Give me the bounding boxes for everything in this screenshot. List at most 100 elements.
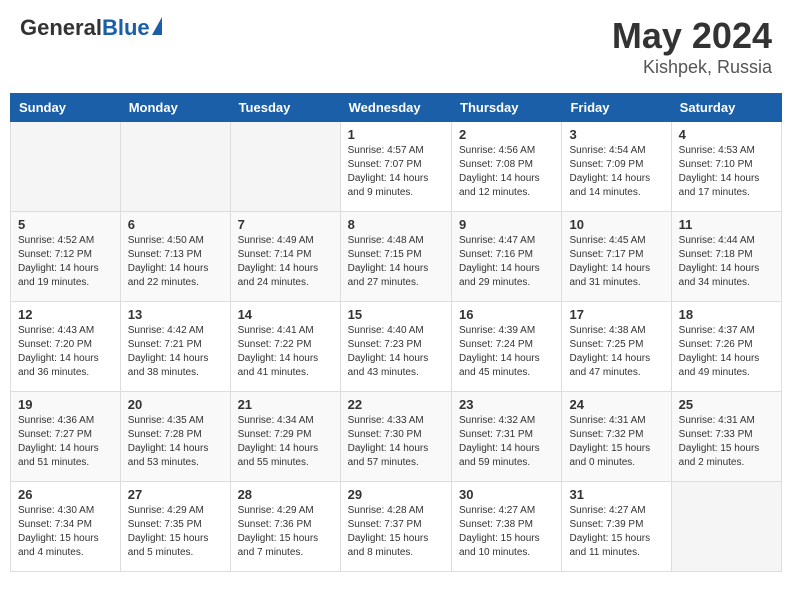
calendar-cell: 16Sunrise: 4:39 AMSunset: 7:24 PMDayligh… bbox=[452, 302, 562, 392]
day-info: Sunrise: 4:50 AMSunset: 7:13 PMDaylight:… bbox=[128, 234, 223, 290]
day-number: 21 bbox=[238, 397, 333, 412]
logo-blue-text: Blue bbox=[102, 15, 150, 41]
day-info: Sunrise: 4:41 AMSunset: 7:22 PMDaylight:… bbox=[238, 324, 333, 380]
calendar-cell: 29 Sunrise: 4:28 AMSunset: 7:37 PMDayligh… bbox=[340, 482, 451, 572]
calendar-title: May 2024 bbox=[612, 15, 772, 57]
day-info: Sunrise: 4:49 AMSunset: 7:14 PMDaylight:… bbox=[238, 234, 333, 290]
day-info: Sunrise: 4:40 AMSunset: 7:23 PMDaylight:… bbox=[348, 324, 444, 380]
calendar-cell: 12 Sunrise: 4:43 AMSunset: 7:20 PMDayligh… bbox=[11, 302, 121, 392]
day-info: Sunrise: 4:33 AMSunset: 7:30 PMDaylight:… bbox=[348, 414, 444, 470]
calendar-week-1: 1 Sunrise: 4:57 AMSunset: 7:07 PMDaylight… bbox=[11, 122, 782, 212]
logo-general-text: General bbox=[20, 15, 102, 41]
day-info: Sunrise: 4:56 AMSunset: 7:08 PMDaylight:… bbox=[459, 144, 554, 200]
day-info: Sunrise: 4:42 AMSunset: 7:21 PMDaylight:… bbox=[128, 324, 223, 380]
day-number: 22 bbox=[348, 397, 444, 412]
day-header-wednesday: Wednesday bbox=[340, 94, 451, 122]
day-number: 13 bbox=[128, 307, 223, 322]
day-info: Sunrise: 4:30 AMSunset: 7:34 PMDaylight:… bbox=[18, 504, 113, 560]
day-number: 29 bbox=[348, 487, 444, 502]
day-info: Sunrise: 4:53 AMSunset: 7:10 PMDaylight:… bbox=[679, 144, 774, 200]
day-info: Sunrise: 4:47 AMSunset: 7:16 PMDaylight:… bbox=[459, 234, 554, 290]
day-number: 9 bbox=[459, 217, 554, 232]
calendar-cell: 22 Sunrise: 4:33 AMSunset: 7:30 PMDayligh… bbox=[340, 392, 451, 482]
day-number: 15 bbox=[348, 307, 444, 322]
day-number: 27 bbox=[128, 487, 223, 502]
calendar-week-3: 12 Sunrise: 4:43 AMSunset: 7:20 PMDayligh… bbox=[11, 302, 782, 392]
day-number: 1 bbox=[348, 127, 444, 142]
logo-triangle-icon bbox=[152, 17, 162, 35]
day-header-tuesday: Tuesday bbox=[230, 94, 340, 122]
day-info: Sunrise: 4:52 AMSunset: 7:12 PMDaylight:… bbox=[18, 234, 113, 290]
day-info: Sunrise: 4:57 AMSunset: 7:07 PMDaylight:… bbox=[348, 144, 444, 200]
day-info: Sunrise: 4:27 AMSunset: 7:39 PMDaylight:… bbox=[569, 504, 663, 560]
day-number: 3 bbox=[569, 127, 663, 142]
day-number: 2 bbox=[459, 127, 554, 142]
day-number: 25 bbox=[679, 397, 774, 412]
day-number: 6 bbox=[128, 217, 223, 232]
day-info: Sunrise: 4:32 AMSunset: 7:31 PMDaylight:… bbox=[459, 414, 554, 470]
calendar-cell: 1 Sunrise: 4:57 AMSunset: 7:07 PMDaylight… bbox=[340, 122, 451, 212]
day-info: Sunrise: 4:39 AMSunset: 7:24 PMDaylight:… bbox=[459, 324, 554, 380]
day-info: Sunrise: 4:38 AMSunset: 7:25 PMDaylight:… bbox=[569, 324, 663, 380]
calendar-cell: 31 Sunrise: 4:27 AMSunset: 7:39 PMDayligh… bbox=[562, 482, 671, 572]
day-info: Sunrise: 4:44 AMSunset: 7:18 PMDaylight:… bbox=[679, 234, 774, 290]
calendar-cell: 28Sunrise: 4:29 AMSunset: 7:36 PMDayligh… bbox=[230, 482, 340, 572]
calendar-cell: 11 Sunrise: 4:44 AMSunset: 7:18 PMDayligh… bbox=[671, 212, 781, 302]
calendar-cell bbox=[11, 122, 121, 212]
calendar-location: Kishpek, Russia bbox=[612, 57, 772, 78]
calendar-cell: 20Sunrise: 4:35 AMSunset: 7:28 PMDayligh… bbox=[120, 392, 230, 482]
calendar-cell: 25 Sunrise: 4:31 AMSunset: 7:33 PMDayligh… bbox=[671, 392, 781, 482]
day-info: Sunrise: 4:28 AMSunset: 7:37 PMDaylight:… bbox=[348, 504, 444, 560]
calendar-cell: 17 Sunrise: 4:38 AMSunset: 7:25 PMDayligh… bbox=[562, 302, 671, 392]
calendar-cell: 21 Sunrise: 4:34 AMSunset: 7:29 PMDayligh… bbox=[230, 392, 340, 482]
day-number: 14 bbox=[238, 307, 333, 322]
calendar-cell: 24 Sunrise: 4:31 AMSunset: 7:32 PMDayligh… bbox=[562, 392, 671, 482]
calendar-cell: 8 Sunrise: 4:48 AMSunset: 7:15 PMDaylight… bbox=[340, 212, 451, 302]
day-number: 20 bbox=[128, 397, 223, 412]
page-header: General Blue May 2024 Kishpek, Russia bbox=[10, 10, 782, 83]
day-info: Sunrise: 4:48 AMSunset: 7:15 PMDaylight:… bbox=[348, 234, 444, 290]
day-header-monday: Monday bbox=[120, 94, 230, 122]
day-info: Sunrise: 4:34 AMSunset: 7:29 PMDaylight:… bbox=[238, 414, 333, 470]
day-number: 8 bbox=[348, 217, 444, 232]
day-header-friday: Friday bbox=[562, 94, 671, 122]
day-number: 24 bbox=[569, 397, 663, 412]
day-info: Sunrise: 4:29 AMSunset: 7:36 PMDaylight:… bbox=[238, 504, 333, 560]
day-number: 18 bbox=[679, 307, 774, 322]
day-number: 12 bbox=[18, 307, 113, 322]
day-number: 17 bbox=[569, 307, 663, 322]
day-number: 30 bbox=[459, 487, 554, 502]
day-number: 23 bbox=[459, 397, 554, 412]
calendar-cell: 4 Sunrise: 4:53 AMSunset: 7:10 PMDaylight… bbox=[671, 122, 781, 212]
calendar-cell: 7Sunrise: 4:49 AMSunset: 7:14 PMDaylight… bbox=[230, 212, 340, 302]
calendar-cell bbox=[230, 122, 340, 212]
calendar-cell: 26Sunrise: 4:30 AMSunset: 7:34 PMDayligh… bbox=[11, 482, 121, 572]
calendar-cell: 13 Sunrise: 4:42 AMSunset: 7:21 PMDayligh… bbox=[120, 302, 230, 392]
day-header-sunday: Sunday bbox=[11, 94, 121, 122]
day-number: 31 bbox=[569, 487, 663, 502]
calendar-cell: 3 Sunrise: 4:54 AMSunset: 7:09 PMDaylight… bbox=[562, 122, 671, 212]
calendar-week-5: 26Sunrise: 4:30 AMSunset: 7:34 PMDayligh… bbox=[11, 482, 782, 572]
calendar-cell: 30Sunrise: 4:27 AMSunset: 7:38 PMDayligh… bbox=[452, 482, 562, 572]
calendar-cell: 9 Sunrise: 4:47 AMSunset: 7:16 PMDaylight… bbox=[452, 212, 562, 302]
calendar-cell: 27 Sunrise: 4:29 AMSunset: 7:35 PMDayligh… bbox=[120, 482, 230, 572]
calendar-header-row: SundayMondayTuesdayWednesdayThursdayFrid… bbox=[11, 94, 782, 122]
calendar-cell: 18Sunrise: 4:37 AMSunset: 7:26 PMDayligh… bbox=[671, 302, 781, 392]
calendar-cell bbox=[671, 482, 781, 572]
day-info: Sunrise: 4:31 AMSunset: 7:33 PMDaylight:… bbox=[679, 414, 774, 470]
day-info: Sunrise: 4:54 AMSunset: 7:09 PMDaylight:… bbox=[569, 144, 663, 200]
day-info: Sunrise: 4:43 AMSunset: 7:20 PMDaylight:… bbox=[18, 324, 113, 380]
day-number: 5 bbox=[18, 217, 113, 232]
day-info: Sunrise: 4:29 AMSunset: 7:35 PMDaylight:… bbox=[128, 504, 223, 560]
day-header-saturday: Saturday bbox=[671, 94, 781, 122]
day-number: 4 bbox=[679, 127, 774, 142]
day-info: Sunrise: 4:31 AMSunset: 7:32 PMDaylight:… bbox=[569, 414, 663, 470]
calendar-cell: 19Sunrise: 4:36 AMSunset: 7:27 PMDayligh… bbox=[11, 392, 121, 482]
calendar-week-2: 5 Sunrise: 4:52 AMSunset: 7:12 PMDaylight… bbox=[11, 212, 782, 302]
day-number: 19 bbox=[18, 397, 113, 412]
title-block: May 2024 Kishpek, Russia bbox=[612, 15, 772, 78]
day-number: 11 bbox=[679, 217, 774, 232]
calendar-cell bbox=[120, 122, 230, 212]
calendar-cell: 6 Sunrise: 4:50 AMSunset: 7:13 PMDaylight… bbox=[120, 212, 230, 302]
calendar-week-4: 19Sunrise: 4:36 AMSunset: 7:27 PMDayligh… bbox=[11, 392, 782, 482]
